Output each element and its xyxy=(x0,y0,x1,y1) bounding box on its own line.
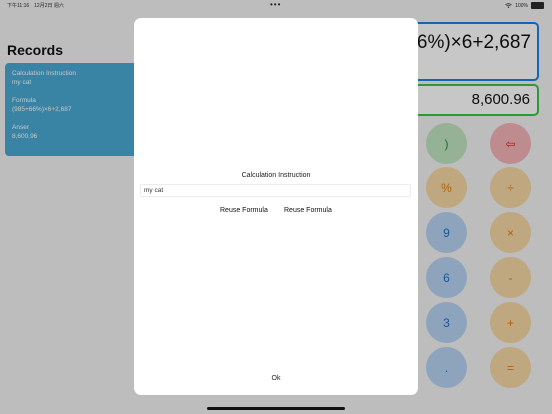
ok-button[interactable]: Ok xyxy=(134,375,418,382)
instruction-modal: Calculation Instruction Reuse Formula Re… xyxy=(134,18,418,395)
multitasking-dots-icon[interactable]: ••• xyxy=(270,0,281,9)
battery-percentage: 100% xyxy=(515,2,528,9)
reuse-formula-button[interactable]: Reuse Formula xyxy=(220,207,268,214)
wifi-icon xyxy=(505,3,512,8)
instruction-input[interactable] xyxy=(140,184,411,197)
home-indicator[interactable] xyxy=(207,407,345,410)
reuse-formula-button-2[interactable]: Reuse Formula xyxy=(284,207,332,214)
status-time: 下午11:16 12月2日 週六 xyxy=(7,3,64,9)
battery-icon xyxy=(531,2,544,9)
status-bar: 下午11:16 12月2日 週六 ••• 100% xyxy=(0,0,552,10)
modal-instruction-label: Calculation Instruction xyxy=(241,172,311,179)
status-right: 100% xyxy=(505,2,544,9)
